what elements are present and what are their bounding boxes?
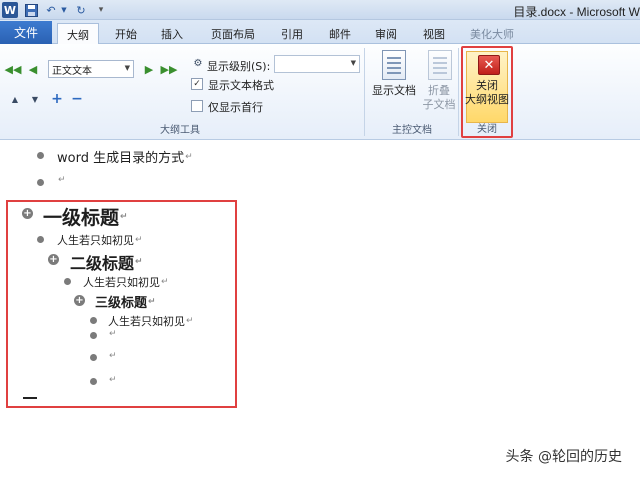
heading-level-1-text: 一级标题 bbox=[43, 207, 120, 229]
body-bullet-icon[interactable] bbox=[64, 278, 71, 285]
heading-level-1[interactable]: 一级标题 ↵ bbox=[43, 203, 128, 230]
body-text-1-content: 人生若只如初见 bbox=[57, 234, 134, 247]
show-level-icon: ⚙ bbox=[193, 57, 203, 69]
promote-icon[interactable]: ◀ bbox=[26, 62, 40, 76]
close-label-line1: 关闭 bbox=[476, 79, 498, 92]
doc-line-text: word 生成目录的方式 bbox=[57, 151, 185, 166]
body-bullet-icon[interactable] bbox=[90, 317, 97, 324]
paragraph-mark-icon: ↵ bbox=[58, 175, 66, 185]
heading-level-3-text: 三级标题 bbox=[95, 296, 148, 311]
save-icon[interactable] bbox=[24, 2, 38, 18]
tab-page-layout[interactable]: 页面布局 bbox=[203, 23, 263, 44]
show-first-line-label: 仅显示首行 bbox=[208, 101, 263, 114]
close-icon[interactable]: ✕ bbox=[478, 55, 500, 75]
body-bullet-icon[interactable] bbox=[90, 332, 97, 339]
close-group-label: 关闭 bbox=[477, 124, 497, 135]
group-separator bbox=[458, 48, 459, 136]
heading-level-2[interactable]: 二级标题 ↵ bbox=[70, 250, 143, 274]
heading-level-3[interactable]: 三级标题 ↵ bbox=[95, 292, 156, 311]
body-bullet-icon[interactable] bbox=[90, 354, 97, 361]
paragraph-mark-icon: ↵ bbox=[185, 151, 193, 162]
tab-view[interactable]: 视图 bbox=[414, 23, 454, 44]
body-text-2-content: 人生若只如初见 bbox=[83, 276, 160, 289]
tab-insert[interactable]: 插入 bbox=[152, 23, 192, 44]
collapse-label-line1: 折叠 bbox=[428, 84, 450, 97]
group-separator bbox=[364, 48, 365, 136]
demote-icon[interactable]: ▶ bbox=[142, 62, 156, 76]
chevron-down-icon: ▼ bbox=[124, 64, 130, 72]
ribbon: ◀◀ ◀ 正文文本 ▼ ▶ ▶▶ ▲ ▼ + − ⚙ 显示级别(S): ▼ ✓ … bbox=[0, 44, 640, 140]
undo-dropdown-icon[interactable]: ▼ bbox=[60, 2, 68, 18]
show-text-format-label: 显示文本格式 bbox=[208, 79, 274, 92]
show-level-select[interactable]: ▼ bbox=[274, 55, 360, 73]
show-level-label: 显示级别(S): bbox=[207, 60, 271, 73]
paragraph-mark-icon: ↵ bbox=[186, 316, 194, 326]
end-of-document-marker bbox=[23, 397, 37, 399]
paragraph-mark-icon: ↵ bbox=[109, 329, 117, 339]
outline-tools-group-label: 大纲工具 bbox=[160, 125, 200, 136]
ribbon-tabs: 文件 大纲 开始 插入 页面布局 引用 邮件 审阅 视图 美化大师 bbox=[0, 20, 640, 45]
demote-to-body-icon[interactable]: ▶▶ bbox=[161, 62, 178, 76]
tab-home[interactable]: 开始 bbox=[106, 23, 146, 44]
word-window: W ↶ ▼ ↻ ▾ 目录.docx - Microsoft W 文件 大纲 开始… bbox=[0, 0, 640, 480]
promote-to-heading1-icon[interactable]: ◀◀ bbox=[5, 62, 22, 76]
tab-review[interactable]: 审阅 bbox=[366, 23, 406, 44]
paragraph-mark-icon: ↵ bbox=[161, 277, 169, 287]
undo-icon[interactable]: ↶ bbox=[44, 2, 58, 18]
tab-mailings[interactable]: 邮件 bbox=[320, 23, 360, 44]
window-title: 目录.docx - Microsoft W bbox=[513, 5, 640, 19]
heading-expand-icon[interactable]: + bbox=[74, 295, 85, 306]
outline-level-value: 正文文本 bbox=[52, 65, 92, 77]
paragraph-mark-icon: ↵ bbox=[135, 235, 143, 245]
body-bullet-icon[interactable] bbox=[90, 378, 97, 385]
chevron-down-icon: ▼ bbox=[350, 59, 356, 67]
heading-expand-icon[interactable]: + bbox=[48, 254, 59, 265]
show-first-line-checkbox[interactable] bbox=[191, 100, 203, 112]
paragraph-mark-icon: ↵ bbox=[120, 211, 128, 222]
expand-icon[interactable]: + bbox=[50, 91, 64, 107]
empty-line[interactable]: ↵ bbox=[108, 351, 117, 361]
master-document-group-label: 主控文档 bbox=[392, 125, 432, 136]
watermark: 头条 @轮回的历史 bbox=[505, 449, 622, 465]
body-text-2[interactable]: 人生若只如初见 ↵ bbox=[83, 274, 169, 290]
empty-line[interactable]: ↵ bbox=[108, 375, 117, 385]
show-text-format-checkbox[interactable]: ✓ bbox=[191, 78, 203, 90]
empty-line[interactable]: ↵ bbox=[108, 329, 117, 339]
customize-quick-access-icon[interactable]: ▾ bbox=[96, 2, 106, 18]
paragraph-mark-icon: ↵ bbox=[135, 257, 143, 267]
show-document-button[interactable]: 显示文档 bbox=[369, 84, 419, 98]
body-bullet-icon[interactable] bbox=[37, 179, 44, 186]
collapse-icon[interactable]: − bbox=[70, 91, 84, 107]
document-area[interactable]: word 生成目录的方式 ↵ ↵ + 一级标题 ↵ 人生若只如初见 ↵ + 二级标题 ↵… bbox=[0, 141, 640, 480]
tab-file[interactable]: 文件 bbox=[0, 21, 52, 44]
collapse-subdocument-icon bbox=[428, 50, 452, 80]
body-text-3-content: 人生若只如初见 bbox=[108, 315, 185, 328]
show-document-icon[interactable] bbox=[382, 50, 406, 80]
heading-level-2-text: 二级标题 bbox=[70, 254, 135, 273]
redo-icon[interactable]: ↻ bbox=[74, 2, 88, 18]
paragraph-mark-icon: ↵ bbox=[109, 375, 117, 385]
body-bullet-icon[interactable] bbox=[37, 236, 44, 243]
doc-line[interactable]: word 生成目录的方式 ↵ bbox=[57, 147, 193, 166]
paragraph-mark-icon: ↵ bbox=[148, 296, 156, 307]
body-text-3[interactable]: 人生若只如初见 ↵ bbox=[108, 313, 194, 329]
tab-outline[interactable]: 大纲 bbox=[57, 23, 99, 45]
title-bar: W ↶ ▼ ↻ ▾ 目录.docx - Microsoft W bbox=[0, 0, 640, 20]
body-bullet-icon[interactable] bbox=[37, 152, 44, 159]
body-text-1[interactable]: 人生若只如初见 ↵ bbox=[57, 232, 143, 248]
word-logo-icon[interactable]: W bbox=[2, 2, 18, 18]
collapse-subdocument-button[interactable]: 折叠 子文档 bbox=[418, 84, 460, 112]
move-up-icon[interactable]: ▲ bbox=[8, 92, 22, 106]
heading-expand-icon[interactable]: + bbox=[22, 208, 33, 219]
move-down-icon[interactable]: ▼ bbox=[28, 92, 42, 106]
tab-beautify[interactable]: 美化大师 bbox=[462, 23, 522, 44]
paragraph-mark-icon: ↵ bbox=[109, 351, 117, 361]
tab-references[interactable]: 引用 bbox=[272, 23, 312, 44]
collapse-label-line2: 子文档 bbox=[422, 98, 456, 111]
empty-line[interactable]: ↵ bbox=[57, 175, 66, 185]
close-outline-view-label[interactable]: 关闭 大纲视图 bbox=[462, 79, 512, 107]
outline-level-select[interactable]: 正文文本 ▼ bbox=[48, 60, 134, 78]
close-label-line2: 大纲视图 bbox=[465, 93, 509, 106]
